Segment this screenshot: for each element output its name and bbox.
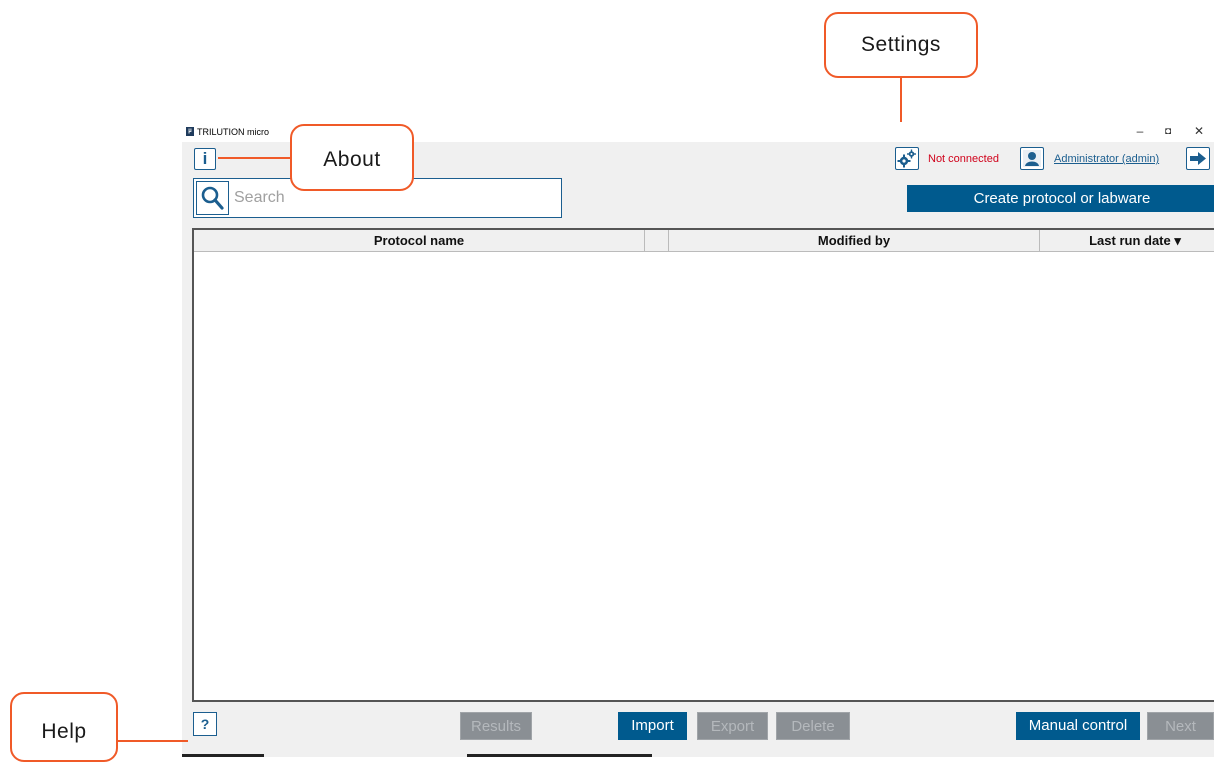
footer-bar: ? Results Import Export Delete Manual co… (182, 702, 1214, 757)
app-window: µ TRILUTION micro – ◘ ✕ i Not connected … (182, 122, 1214, 757)
logout-button[interactable] (1186, 147, 1210, 170)
info-icon: i (202, 149, 208, 168)
delete-button[interactable]: Delete (776, 712, 850, 740)
column-blank[interactable] (645, 230, 669, 251)
about-callout-line (218, 157, 290, 159)
connection-status: Not connected (928, 153, 999, 165)
column-modified-by[interactable]: Modified by (669, 230, 1040, 251)
maximize-button[interactable]: ◘ (1160, 126, 1176, 137)
manual-control-button[interactable]: Manual control (1016, 712, 1140, 740)
help-callout-line (118, 740, 188, 742)
user-account-link[interactable]: Administrator (admin) (1054, 153, 1159, 165)
export-button[interactable]: Export (697, 712, 768, 740)
help-button[interactable]: ? (193, 712, 217, 736)
about-button[interactable]: i (194, 148, 216, 170)
protocol-table: Protocol name Modified by Last run date … (192, 228, 1214, 702)
next-button[interactable]: Next (1147, 712, 1214, 740)
close-button[interactable]: ✕ (1191, 124, 1207, 138)
window-title: TRILUTION micro (197, 127, 269, 137)
user-icon (1023, 150, 1041, 167)
question-icon: ? (200, 716, 210, 732)
user-button[interactable] (1020, 147, 1044, 170)
results-button[interactable]: Results (460, 712, 532, 740)
import-button[interactable]: Import (618, 712, 687, 740)
search-button[interactable] (196, 181, 229, 215)
minimize-button[interactable]: – (1132, 124, 1148, 138)
column-last-run-date[interactable]: Last run date ▾ (1040, 230, 1214, 251)
about-callout: About (290, 124, 414, 191)
gear-icon (897, 149, 916, 168)
settings-callout: Settings (824, 12, 978, 78)
app-logo-icon: µ (186, 127, 194, 136)
column-protocol-name[interactable]: Protocol name (194, 230, 645, 251)
arrow-right-icon (1190, 152, 1206, 165)
table-header: Protocol name Modified by Last run date … (194, 230, 1214, 252)
help-callout: Help (10, 692, 118, 762)
settings-button[interactable] (895, 147, 919, 170)
search-icon (201, 186, 224, 210)
create-protocol-button[interactable]: Create protocol or labware (907, 185, 1214, 212)
